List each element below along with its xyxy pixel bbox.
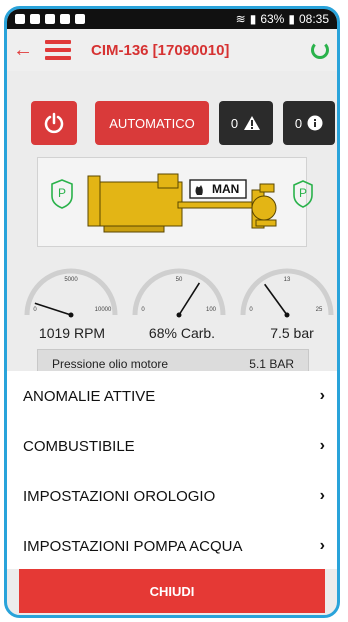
menu-item-label: ANOMALIE ATTIVE bbox=[23, 387, 156, 405]
gauge-min-label: 0 bbox=[249, 307, 253, 313]
gauge-max-label: 25 bbox=[316, 307, 323, 313]
wifi-icon: ≋ bbox=[235, 12, 246, 26]
menu-item-label: IMPOSTAZIONI POMPA ACQUA bbox=[23, 537, 243, 555]
gauge-needle bbox=[34, 302, 72, 316]
battery-icon: ▮ bbox=[288, 12, 295, 26]
gauge-dial: 0 50 100 bbox=[132, 268, 226, 318]
oil-pressure-value: 5.1 BAR bbox=[249, 357, 294, 371]
flag-icon bbox=[75, 14, 85, 24]
gauge-needle bbox=[178, 282, 201, 316]
gauge-dial: 0 13 25 bbox=[240, 268, 334, 318]
right-shield-label: P bbox=[299, 186, 308, 200]
engine-pump-illustration bbox=[51, 173, 277, 233]
gauge-hub bbox=[284, 312, 290, 318]
left-shield-label: P bbox=[58, 186, 67, 200]
alarms-button[interactable]: 0 bbox=[219, 101, 273, 145]
app-bar: ← CIM-136 [17090010] bbox=[7, 29, 337, 71]
pressure-gauge-label: 7.5 bar bbox=[270, 325, 314, 341]
menu-item-label: IMPOSTAZIONI OROLOGIO bbox=[23, 487, 216, 505]
oil-pressure-label: Pressione olio motore bbox=[52, 357, 169, 371]
gauge-max-label: 10000 bbox=[95, 307, 112, 313]
fuel-gauge-label: 68% Carb. bbox=[148, 325, 216, 341]
refresh-icon[interactable] bbox=[311, 41, 329, 59]
warning-icon bbox=[244, 116, 261, 130]
menu-item-orologio[interactable]: IMPOSTAZIONI OROLOGIO › bbox=[7, 471, 337, 521]
rpm-gauge: 0 5000 10000 bbox=[21, 259, 121, 335]
chevron-right-icon: › bbox=[319, 437, 325, 454]
bottom-sheet-menu: ANOMALIE ATTIVE › COMBUSTIBILE › IMPOSTA… bbox=[7, 371, 337, 569]
power-icon bbox=[44, 112, 64, 134]
gauge-min-label: 0 bbox=[141, 307, 145, 313]
chevron-right-icon: › bbox=[319, 487, 325, 504]
fuel-gauge: 0 50 100 bbox=[129, 259, 229, 335]
alarm-count: 0 bbox=[230, 115, 239, 131]
phone-frame: ≋ ▮ 63% ▮ 08:35 ← CIM-136 [17090010] AUT… bbox=[4, 6, 340, 618]
gauge-min-label: 0 bbox=[33, 307, 37, 313]
info-count: 0 bbox=[294, 115, 303, 131]
menu-icon[interactable] bbox=[45, 40, 71, 60]
page-title: CIM-136 [17090010] bbox=[91, 41, 230, 59]
mode-badge-label: MAN bbox=[212, 182, 240, 196]
notification-icon bbox=[30, 14, 40, 24]
gauge-max-label: 100 bbox=[206, 307, 217, 313]
close-button[interactable]: CHIUDI bbox=[19, 569, 325, 613]
status-bar: ≋ ▮ 63% ▮ 08:35 bbox=[7, 9, 337, 29]
gauge-mid-label: 13 bbox=[284, 277, 291, 283]
cloud-icon bbox=[60, 14, 70, 24]
gauge-hub bbox=[68, 312, 74, 318]
battery-percent: 63% bbox=[260, 12, 285, 26]
menu-item-pompa-acqua[interactable]: IMPOSTAZIONI POMPA ACQUA › bbox=[7, 521, 337, 571]
automatic-mode-button[interactable]: AUTOMATICO bbox=[95, 101, 209, 145]
menu-item-combustibile[interactable]: COMBUSTIBILE › bbox=[7, 421, 337, 471]
chevron-right-icon: › bbox=[319, 387, 325, 404]
menu-item-anomalie[interactable]: ANOMALIE ATTIVE › bbox=[7, 371, 337, 421]
gauge-dial: 0 5000 10000 bbox=[24, 268, 118, 318]
rpm-gauge-label: 1019 RPM bbox=[38, 325, 106, 341]
gauge-mid-label: 50 bbox=[176, 277, 183, 283]
chevron-right-icon: › bbox=[319, 537, 325, 554]
notification-icon bbox=[15, 14, 25, 24]
back-arrow-icon[interactable]: ← bbox=[13, 39, 35, 62]
power-button[interactable] bbox=[31, 101, 77, 145]
clock: 08:35 bbox=[298, 12, 329, 26]
gauge-mid-label: 5000 bbox=[64, 277, 78, 283]
info-icon bbox=[307, 115, 323, 131]
gauge-needle bbox=[264, 283, 288, 316]
pressure-gauge: 0 13 25 bbox=[237, 259, 337, 335]
signal-icon: ▮ bbox=[249, 12, 257, 26]
engine-diagram: MAN P P bbox=[37, 157, 313, 247]
image-icon bbox=[45, 14, 55, 24]
info-button[interactable]: 0 bbox=[283, 101, 335, 145]
control-buttons: AUTOMATICO 0 0 bbox=[31, 101, 335, 145]
menu-item-label: COMBUSTIBILE bbox=[23, 437, 135, 455]
gauge-hub bbox=[176, 312, 182, 318]
